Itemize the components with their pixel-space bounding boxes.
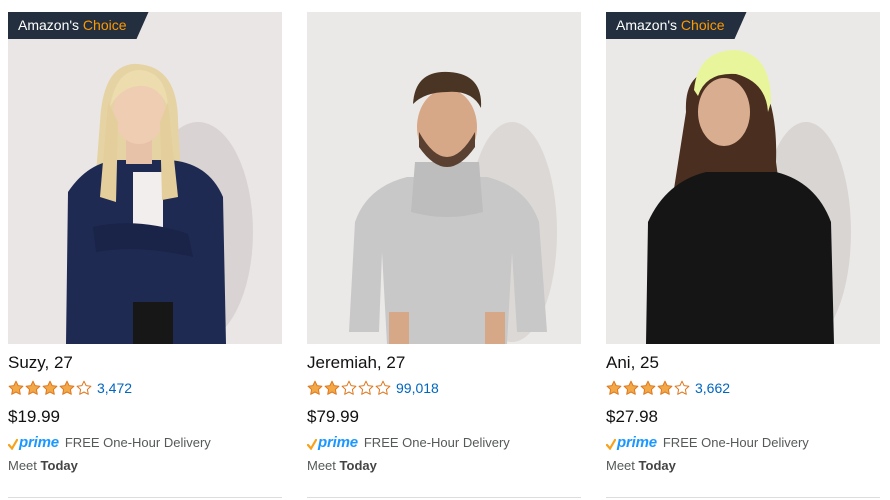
meet-line: Meet Today [307, 458, 581, 473]
product-card[interactable]: Amazon's Choice Ani, 25 3,662 $27.98 pri… [606, 12, 880, 498]
star-filled-icon [59, 380, 75, 395]
delivery-text: FREE One-Hour Delivery [662, 434, 809, 450]
divider [606, 497, 880, 498]
star-empty-icon [76, 380, 92, 395]
price: $27.98 [606, 407, 658, 426]
review-count-link[interactable]: 3,662 [695, 380, 730, 396]
star-empty-icon [341, 380, 357, 395]
divider [307, 497, 581, 498]
review-count-link[interactable]: 99,018 [396, 380, 439, 396]
product-photo[interactable] [307, 12, 581, 344]
review-count-link[interactable]: 3,472 [97, 380, 132, 396]
amazons-choice-badge: Amazon's Choice [8, 12, 149, 39]
star-empty-icon [674, 380, 690, 395]
divider [8, 497, 282, 498]
meet-when: Today [339, 458, 377, 473]
prime-wordmark: prime [19, 434, 59, 451]
meet-line: Meet Today [606, 458, 880, 473]
star-filled-icon [25, 380, 41, 395]
star-rating[interactable] [307, 380, 391, 396]
badge-prefix: Amazon's [616, 17, 678, 33]
star-empty-icon [375, 380, 391, 395]
star-filled-icon [8, 380, 24, 395]
checkmark-icon [8, 439, 18, 450]
star-filled-icon [307, 380, 323, 395]
star-filled-icon [324, 380, 340, 395]
product-name[interactable]: Jeremiah, 27 [307, 353, 581, 373]
price: $19.99 [8, 407, 60, 426]
rating-row[interactable]: 3,662 [606, 379, 880, 397]
star-filled-icon [606, 380, 622, 395]
delivery-row: prime FREE One-Hour Delivery [307, 432, 581, 452]
product-photo[interactable]: Amazon's Choice [606, 12, 880, 344]
meet-prefix: Meet [8, 458, 37, 473]
delivery-row: prime FREE One-Hour Delivery [606, 432, 880, 452]
person-photo-ani [606, 12, 880, 344]
delivery-row: prime FREE One-Hour Delivery [8, 432, 282, 452]
person-photo-jeremiah [307, 12, 581, 344]
star-filled-icon [657, 380, 673, 395]
rating-row[interactable]: 3,472 [8, 379, 282, 397]
delivery-text: FREE One-Hour Delivery [363, 434, 510, 450]
person-photo-suzy [8, 12, 282, 344]
meet-prefix: Meet [606, 458, 635, 473]
badge-suffix: Choice [680, 17, 725, 33]
badge-prefix: Amazon's [18, 17, 80, 33]
product-photo[interactable]: Amazon's Choice [8, 12, 282, 344]
prime-logo: prime [307, 433, 358, 451]
star-filled-icon [623, 380, 639, 395]
delivery-text: FREE One-Hour Delivery [64, 434, 211, 450]
prime-wordmark: prime [617, 434, 657, 451]
prime-wordmark: prime [318, 434, 358, 451]
amazons-choice-badge: Amazon's Choice [606, 12, 747, 39]
product-name[interactable]: Ani, 25 [606, 353, 880, 373]
star-empty-icon [358, 380, 374, 395]
checkmark-icon [606, 439, 616, 450]
product-card[interactable]: Jeremiah, 27 99,018 $79.99 prime FREE On… [307, 12, 581, 498]
meet-prefix: Meet [307, 458, 336, 473]
meet-when: Today [40, 458, 78, 473]
product-name[interactable]: Suzy, 27 [8, 353, 282, 373]
meet-line: Meet Today [8, 458, 282, 473]
prime-logo: prime [606, 433, 657, 451]
meet-when: Today [638, 458, 676, 473]
price: $79.99 [307, 407, 359, 426]
checkmark-icon [307, 439, 317, 450]
star-rating[interactable] [606, 380, 690, 396]
badge-suffix: Choice [82, 17, 127, 33]
prime-logo: prime [8, 433, 59, 451]
star-filled-icon [42, 380, 58, 395]
star-rating[interactable] [8, 380, 92, 396]
product-card[interactable]: Amazon's Choice Suzy, 27 3,472 $19.99 pr… [8, 12, 282, 498]
star-filled-icon [640, 380, 656, 395]
rating-row[interactable]: 99,018 [307, 379, 581, 397]
